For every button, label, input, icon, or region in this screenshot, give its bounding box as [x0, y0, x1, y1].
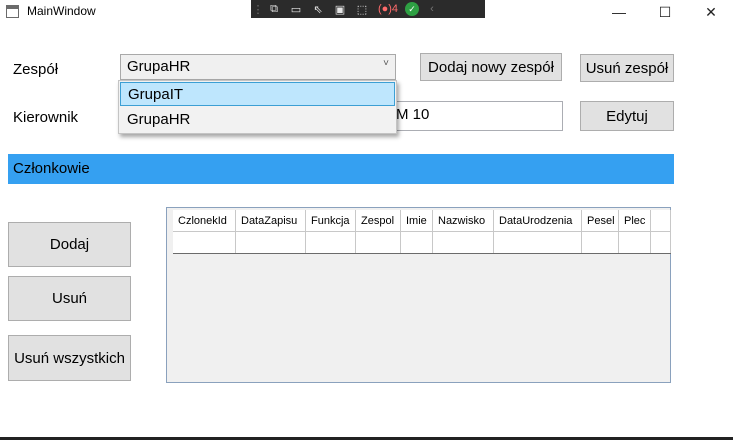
- remove-team-button[interactable]: Usuń zespół: [580, 54, 674, 82]
- cell[interactable]: [494, 232, 582, 253]
- cell[interactable]: [236, 232, 306, 253]
- manager-label: Kierownik: [13, 109, 79, 126]
- edit-manager-button[interactable]: Edytuj: [580, 101, 674, 131]
- dropdown-option-grupahr[interactable]: GrupaHR: [120, 108, 395, 132]
- manager-field[interactable]: M 10: [383, 101, 563, 131]
- column-header-filler: [651, 210, 671, 232]
- debug-toolbar: ⋮ ⧉ ▭ ⇖ ▣ ⬚ (●) 4 ✓ ‹: [251, 0, 485, 18]
- maximize-button[interactable]: ☐: [642, 0, 688, 24]
- binding-failures-count: 4: [391, 3, 399, 15]
- add-team-button[interactable]: Dodaj nowy zespół: [420, 53, 562, 81]
- column-header-pesel[interactable]: Pesel: [582, 210, 619, 232]
- live-visual-tree-icon[interactable]: ⧉: [265, 2, 283, 16]
- column-header-dataurodzenia[interactable]: DataUrodzenia: [494, 210, 582, 232]
- cell[interactable]: [651, 232, 671, 253]
- team-label: Zespół: [13, 61, 59, 78]
- dropdown-option-grupait[interactable]: GrupaIT: [120, 82, 395, 106]
- team-dropdown-list: GrupaIT GrupaHR: [118, 80, 397, 134]
- column-header-zespol[interactable]: Zespol: [356, 210, 401, 232]
- camera-icon[interactable]: ▭: [287, 2, 305, 16]
- cell[interactable]: [401, 232, 433, 253]
- close-button[interactable]: ✕: [688, 0, 733, 24]
- grip-icon[interactable]: ⋮: [253, 2, 264, 16]
- track-focus-icon[interactable]: ⬚: [353, 2, 371, 16]
- add-member-button[interactable]: Dodaj: [8, 222, 131, 267]
- hot-reload-ok-icon[interactable]: ✓: [405, 2, 419, 16]
- column-header-datazapisu[interactable]: DataZapisu: [236, 210, 306, 232]
- display-layout-icon[interactable]: ▣: [331, 2, 349, 16]
- cell[interactable]: [433, 232, 494, 253]
- remove-all-members-button[interactable]: Usuń wszystkich: [8, 335, 131, 381]
- column-header-plec[interactable]: Plec: [619, 210, 651, 232]
- cell[interactable]: [582, 232, 619, 253]
- cell[interactable]: [619, 232, 651, 253]
- column-header-imie[interactable]: Imie: [401, 210, 433, 232]
- cell[interactable]: [173, 232, 236, 253]
- team-combobox-value: GrupaHR: [127, 58, 191, 75]
- members-datagrid[interactable]: CzlonekId DataZapisu Funkcja Zespol Imie…: [166, 207, 671, 383]
- window-title: MainWindow: [27, 4, 96, 18]
- remove-member-button[interactable]: Usuń: [8, 276, 131, 321]
- column-header-nazwisko[interactable]: Nazwisko: [433, 210, 494, 232]
- cell[interactable]: [306, 232, 356, 253]
- column-header-czlonekid[interactable]: CzlonekId: [173, 210, 236, 232]
- cell[interactable]: [356, 232, 401, 253]
- manager-field-value: M 10: [396, 106, 430, 123]
- chevron-down-icon: ˅: [383, 58, 389, 69]
- column-header-funkcja[interactable]: Funkcja: [306, 210, 356, 232]
- select-element-icon[interactable]: ⇖: [309, 2, 327, 16]
- binding-failures-icon[interactable]: (●) 4: [375, 2, 401, 16]
- app-window-icon: [6, 5, 19, 18]
- members-header: Członkowie: [8, 154, 674, 184]
- minimize-button[interactable]: —: [596, 0, 642, 24]
- team-combobox[interactable]: GrupaHR ˅: [120, 54, 396, 80]
- collapse-icon[interactable]: ‹: [423, 2, 441, 16]
- datagrid-header: CzlonekId DataZapisu Funkcja Zespol Imie…: [173, 210, 671, 232]
- new-item-row[interactable]: [173, 232, 671, 254]
